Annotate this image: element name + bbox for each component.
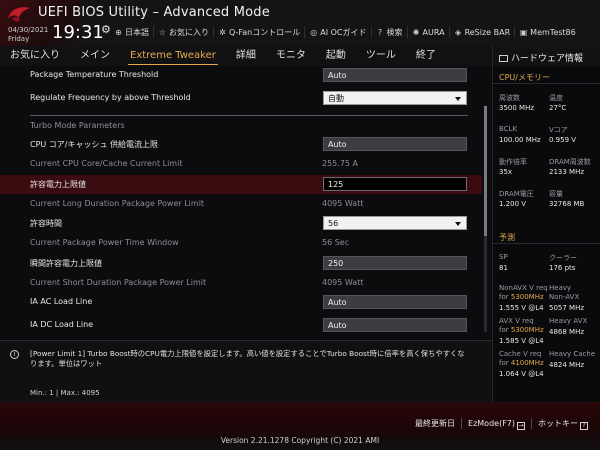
ia-dc-field[interactable]: Auto: [323, 318, 467, 332]
tab-advanced[interactable]: 詳細: [226, 46, 266, 66]
setting-row-reg-freq[interactable]: Regulate Frequency by above Threshold 自動: [0, 89, 482, 108]
reg-freq-select[interactable]: 自動: [323, 91, 467, 105]
footer-bar: 最終更新日 EzMode(F7) → ホットキー? Version 2.21.12…: [0, 402, 600, 450]
tab-monitor[interactable]: モニタ: [266, 46, 316, 66]
toolbar-aura[interactable]: ✺ AURA: [406, 26, 449, 38]
setting-row-pkg-temp[interactable]: Package Temperature Threshold Auto: [0, 66, 482, 85]
pkg-temp-field[interactable]: Auto: [323, 68, 467, 82]
toolbar-language[interactable]: ⊕ 日本語: [110, 26, 153, 38]
tab-extreme-tweaker[interactable]: Extreme Tweaker: [120, 46, 226, 66]
hw-section-cpu: CPU/メモリー: [493, 68, 600, 84]
setting-row-short-limit[interactable]: 瞬間許容電力上限値 250: [0, 254, 482, 273]
hw-title: ハードウェア情報: [493, 46, 600, 66]
cpu-core-limit-field[interactable]: Auto: [323, 137, 467, 151]
readout-current-short: Current Short Duration Package Power Lim…: [30, 278, 364, 287]
app-title: UEFI BIOS Utility – Advanced Mode: [38, 5, 270, 20]
setting-row-time-window[interactable]: 許容時間 56: [0, 214, 482, 233]
globe-icon: ⊕: [115, 27, 122, 37]
help-min-max: Min.: 1 | Max.: 4095: [30, 389, 100, 397]
setting-row-power-limit[interactable]: 許容電力上限値 125: [0, 175, 482, 194]
time-window-select[interactable]: 56: [323, 216, 467, 230]
help-text: [Power Limit 1] Turbo Boost時のCPU電力上限値を設定…: [30, 349, 465, 368]
search-icon: ?: [377, 27, 383, 37]
day-text: Friday: [8, 35, 30, 43]
toolbar-qfan[interactable]: ✲ Q-Fanコントロール: [213, 26, 304, 38]
memtest-icon: ▣: [519, 27, 528, 37]
readout-current-time-window: Current Package Power Time Window 56 Sec: [30, 238, 350, 247]
tab-favorites[interactable]: お気に入り: [0, 46, 70, 66]
setting-row-ia-ac[interactable]: IA AC Load Line Auto: [0, 293, 482, 312]
ia-ac-field[interactable]: Auto: [323, 295, 467, 309]
fan-icon: ✲: [219, 27, 226, 37]
main-nav: お気に入り メイン Extreme Tweaker 詳細 モニタ 起動 ツール …: [0, 46, 492, 66]
ezmode-button[interactable]: EzMode(F7) →: [461, 418, 531, 430]
version-text: Version 2.21.1278 Copyright (C) 2021 AMI: [220, 436, 380, 445]
toolbar: ⊕ 日本語 ☆ お気に入り ✲ Q-Fanコントロール ◎ AI OCガイド ? 検索 ✺…: [110, 25, 580, 39]
info-icon: i: [10, 350, 19, 359]
toolbar-memtest[interactable]: ▣ MemTest86: [514, 26, 580, 38]
settings-scrollbar[interactable]: [484, 106, 487, 332]
settings-panel: Package Temperature Threshold Auto Regul…: [0, 66, 492, 340]
header-bar: UEFI BIOS Utility – Advanced Mode 04/30/…: [0, 0, 600, 46]
setting-row-ia-dc[interactable]: IA DC Load Line Auto: [0, 316, 482, 335]
chevron-down-icon: [455, 97, 461, 101]
hotkey-button[interactable]: ホットキー?: [531, 418, 594, 430]
toolbar-search[interactable]: ? 検索: [370, 26, 407, 38]
scrollbar-thumb[interactable]: [484, 106, 487, 236]
setting-row-cpu-core-limit[interactable]: CPU コア/キャッシュ 供給電流上限 Auto: [0, 135, 482, 154]
toolbar-ai-oc[interactable]: ◎ AI OCガイド: [304, 26, 370, 38]
tab-exit[interactable]: 終了: [406, 46, 446, 66]
short-limit-field[interactable]: 250: [323, 256, 467, 270]
rog-logo-icon: [8, 7, 30, 22]
readout-current-core-limit: Current CPU Core/Cache Current Limit 255…: [30, 159, 359, 168]
star-icon: ☆: [158, 27, 167, 37]
chevron-down-icon: [455, 222, 461, 226]
ai-icon: ◎: [310, 27, 318, 37]
tab-tool[interactable]: ツール: [356, 46, 406, 66]
section-turbo-mode: Turbo Mode Parameters: [30, 121, 125, 130]
help-key-icon: ?: [580, 422, 588, 430]
toolbar-resize-bar[interactable]: ◈ ReSize BAR: [448, 26, 515, 38]
tab-boot[interactable]: 起動: [316, 46, 356, 66]
date-text: 04/30/2021: [8, 26, 49, 34]
hardware-monitor-panel: ハードウェア情報 CPU/メモリー 周波数 温度 3500 MHz 27°C B…: [492, 46, 600, 402]
tab-main[interactable]: メイン: [70, 46, 120, 66]
footer-buttons: 最終更新日 EzMode(F7) → ホットキー?: [409, 418, 594, 430]
monitor-icon: [499, 55, 508, 62]
help-panel: i [Power Limit 1] Turbo Boost時のCPU電力上限値を…: [0, 340, 492, 402]
toolbar-favorites[interactable]: ☆ お気に入り: [153, 26, 213, 38]
power-limit-input[interactable]: 125: [323, 177, 467, 191]
section-divider: [30, 115, 468, 116]
aura-icon: ✺: [412, 27, 420, 37]
hw-section-prediction: 予測: [493, 228, 600, 244]
date-display: 04/30/2021 Friday: [8, 26, 48, 44]
readout-current-long: Current Long Duration Package Power Limi…: [30, 199, 364, 208]
last-modified-button[interactable]: 最終更新日: [409, 418, 461, 429]
exit-arrow-icon: →: [517, 422, 525, 430]
resize-bar-icon: ◈: [454, 27, 462, 37]
clock-display: 19:31: [52, 22, 104, 43]
